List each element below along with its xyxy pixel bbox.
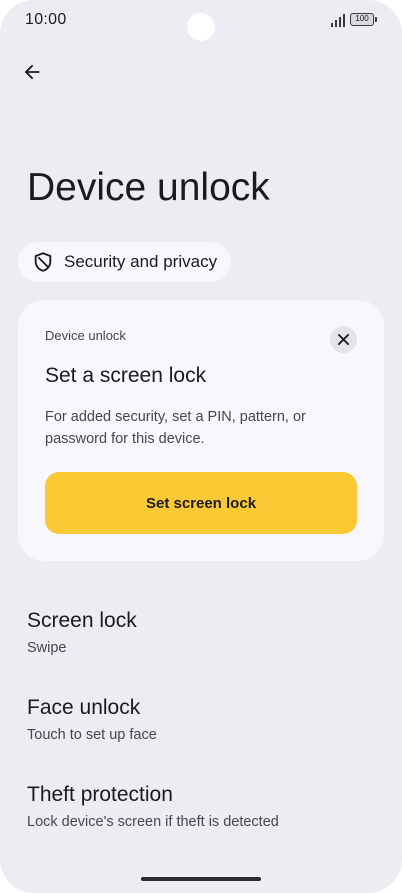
- breadcrumb-security-and-privacy[interactable]: Security and privacy: [18, 242, 232, 282]
- close-icon: [337, 333, 350, 346]
- set-screen-lock-button[interactable]: Set screen lock: [45, 472, 357, 534]
- item-summary: Swipe: [27, 640, 67, 656]
- item-summary: Touch to set up face: [27, 727, 157, 743]
- settings-item-screen-lock[interactable]: Screen lock Swipe: [0, 596, 402, 676]
- settings-item-face-unlock[interactable]: Face unlock Touch to set up face: [0, 683, 402, 763]
- settings-item-theft-protection[interactable]: Theft protection Lock device's screen if…: [0, 770, 402, 850]
- status-time: 10:00: [25, 11, 67, 28]
- card-close-button[interactable]: [330, 326, 357, 353]
- item-summary: Lock device's screen if theft is detecte…: [27, 814, 279, 830]
- battery-icon: 100: [350, 13, 374, 26]
- breadcrumb-label: Security and privacy: [64, 252, 218, 271]
- card-title: Set a screen lock: [45, 364, 207, 387]
- phone-screen: 10:00 100 Device unlock Security and pri…: [0, 0, 402, 893]
- screen-lock-suggestion-card: Device unlock Set a screen lock For adde…: [18, 300, 384, 561]
- item-title: Theft protection: [27, 783, 173, 806]
- arrow-back-icon: [24, 64, 40, 80]
- card-body: For added security, set a PIN, pattern, …: [45, 409, 306, 447]
- battery-tip: [375, 17, 377, 22]
- camera-cutout: [187, 13, 215, 41]
- back-button[interactable]: [12, 52, 52, 92]
- item-title: Face unlock: [27, 696, 141, 719]
- page-title: Device unlock: [27, 166, 270, 209]
- card-overline: Device unlock: [45, 328, 126, 343]
- status-bar: 10:00 100: [0, 0, 402, 41]
- shield-icon: [32, 251, 54, 273]
- item-title: Screen lock: [27, 609, 137, 632]
- gesture-nav-handle[interactable]: [141, 877, 261, 881]
- battery-level: 100: [355, 14, 369, 23]
- signal-icon: [331, 14, 345, 27]
